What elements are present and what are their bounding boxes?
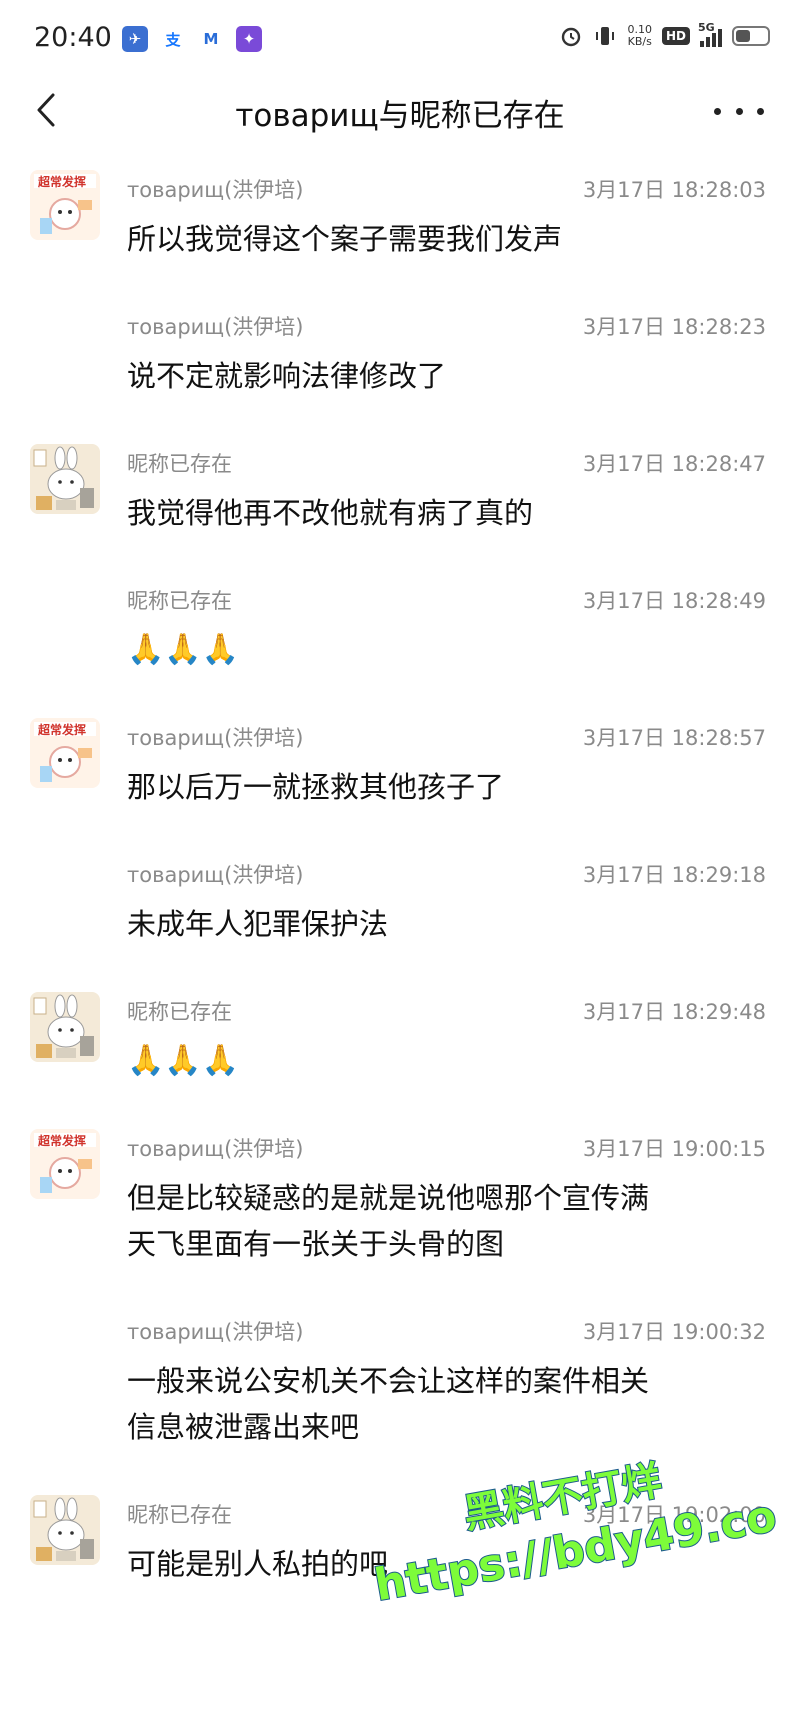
page-title: товарищ与昵称已存在 bbox=[235, 98, 565, 134]
avatar[interactable] bbox=[30, 1495, 100, 1565]
message-item[interactable]: 超常发挥 товарищ(洪伊培) 3月17日 19:00:15 但是比较疑惑的… bbox=[0, 1109, 800, 1292]
purple-app-icon: ✦ bbox=[236, 26, 262, 52]
network-speed-unit: KB/s bbox=[627, 35, 652, 48]
more-dot-icon bbox=[757, 107, 764, 115]
avatar[interactable]: 超常发挥 bbox=[30, 718, 100, 788]
message-item[interactable]: 昵称已存在 3月17日 18:29:48 🙏🙏🙏 bbox=[0, 972, 800, 1109]
m-app-icon: M bbox=[198, 26, 224, 52]
message-timestamp: 3月17日 18:28:47 bbox=[582, 452, 766, 476]
message-emoji: 🙏🙏🙏 bbox=[127, 632, 240, 667]
message-item[interactable]: товарищ(洪伊培) 3月17日 18:28:23 说不定就影响法律修改了 bbox=[0, 287, 800, 424]
battery-icon bbox=[732, 26, 770, 46]
svg-text:超常发挥: 超常发挥 bbox=[37, 174, 86, 189]
message-item[interactable]: товарищ(洪伊培) 3月17日 19:00:32 一般来说公安机关不会让这… bbox=[0, 1292, 800, 1475]
more-dot-icon bbox=[714, 107, 721, 115]
network-speed: 0.10 KB/s bbox=[627, 24, 652, 48]
avatar[interactable]: 超常发挥 bbox=[30, 1129, 100, 1199]
status-indicators: 0.10 KB/s HD 5G bbox=[559, 21, 770, 48]
sender-name: товарищ(洪伊培) bbox=[127, 1320, 304, 1344]
message-item[interactable]: 超常发挥 товарищ(洪伊培) 3月17日 18:28:57 那以后万一就拯… bbox=[0, 698, 800, 835]
cartoon-avatar-icon: 超常发挥 bbox=[30, 170, 100, 240]
message-text-line: 天飞里面有一张关于头骨的图 bbox=[127, 1227, 505, 1261]
message-text: 那以后万一就拯救其他孩子了 bbox=[127, 770, 505, 804]
title-bar: товарищ与昵称已存在 bbox=[0, 80, 800, 140]
avatar[interactable] bbox=[30, 992, 100, 1062]
signal-label: 5G bbox=[698, 21, 715, 34]
message-timestamp: 3月17日 19:00:32 bbox=[582, 1320, 766, 1344]
status-bar: 20:40 ✈ 支 M ✦ 0.10 KB/s HD 5G bbox=[0, 0, 800, 80]
sender-name: 昵称已存在 bbox=[127, 1503, 232, 1527]
cartoon-avatar-icon: 超常发挥 bbox=[30, 718, 100, 788]
sender-name: товарищ(洪伊培) bbox=[127, 863, 304, 887]
rabbit-avatar-icon bbox=[30, 444, 100, 514]
sender-name: 昵称已存在 bbox=[127, 589, 232, 613]
message-timestamp: 3月17日 19:00:15 bbox=[582, 1137, 766, 1161]
sender-name: товарищ(洪伊培) bbox=[127, 1137, 304, 1161]
message-timestamp: 3月17日 18:28:57 bbox=[582, 726, 766, 750]
cartoon-avatar-icon: 超常发挥 bbox=[30, 1129, 100, 1199]
avatar[interactable] bbox=[30, 444, 100, 514]
svg-text:超常发挥: 超常发挥 bbox=[37, 1133, 86, 1148]
message-timestamp: 3月17日 18:29:48 bbox=[582, 1000, 766, 1024]
message-item[interactable]: товарищ(洪伊培) 3月17日 18:29:18 未成年人犯罪保护法 bbox=[0, 835, 800, 972]
message-item[interactable]: 超常发挥 товарищ(洪伊培) 3月17日 18:28:03 所以我觉得这个… bbox=[0, 150, 800, 287]
message-timestamp: 3月17日 18:29:18 bbox=[582, 863, 766, 887]
avatar[interactable]: 超常发挥 bbox=[30, 170, 100, 240]
message-text: 未成年人犯罪保护法 bbox=[127, 907, 389, 941]
status-app-icons: ✈ 支 M ✦ bbox=[122, 26, 262, 52]
message-item[interactable]: 昵称已存在 3月17日 19:02:00 可能是别人私拍的吧 bbox=[0, 1475, 800, 1612]
hd-badge: HD bbox=[661, 27, 690, 45]
message-text: 所以我觉得这个案子需要我们发声 bbox=[127, 222, 563, 256]
app-notification-icon: ✈ bbox=[122, 26, 148, 52]
message-text-line: 信息被泄露出来吧 bbox=[127, 1410, 360, 1444]
message-timestamp: 3月17日 18:28:03 bbox=[582, 178, 766, 202]
sender-name: 昵称已存在 bbox=[127, 1000, 232, 1024]
alarm-icon bbox=[562, 27, 581, 47]
signal-icon: 5G bbox=[698, 21, 722, 47]
message-text: 我觉得他再不改他就有病了真的 bbox=[127, 496, 534, 530]
alipay-icon: 支 bbox=[160, 26, 186, 52]
message-text: 可能是别人私拍的吧 bbox=[127, 1547, 389, 1581]
rabbit-avatar-icon bbox=[30, 992, 100, 1062]
message-text-line: 一般来说公安机关不会让这样的案件相关 bbox=[127, 1364, 650, 1398]
message-emoji: 🙏🙏🙏 bbox=[127, 1043, 240, 1078]
more-options-button[interactable] bbox=[714, 94, 764, 128]
message-timestamp: 3月17日 18:28:23 bbox=[582, 315, 766, 339]
message-item[interactable]: 昵称已存在 3月17日 18:28:47 我觉得他再不改他就有病了真的 bbox=[0, 424, 800, 561]
message-timestamp: 3月17日 18:28:49 bbox=[582, 589, 766, 613]
message-text: 一般来说公安机关不会让这样的案件相关 信息被泄露出来吧 bbox=[127, 1358, 767, 1450]
message-text: 但是比较疑惑的是就是说他嗯那个宣传满 天飞里面有一张关于头骨的图 bbox=[127, 1175, 767, 1267]
message-text-line: 但是比较疑惑的是就是说他嗯那个宣传满 bbox=[127, 1181, 650, 1215]
sender-name: товарищ(洪伊培) bbox=[127, 726, 304, 750]
sender-name: 昵称已存在 bbox=[127, 452, 232, 476]
rabbit-avatar-icon bbox=[30, 1495, 100, 1565]
sender-name: товарищ(洪伊培) bbox=[127, 315, 304, 339]
more-dot-icon bbox=[735, 107, 743, 115]
message-text: 说不定就影响法律修改了 bbox=[127, 359, 447, 393]
sender-name: товарищ(洪伊培) bbox=[127, 178, 304, 202]
status-time: 20:40 bbox=[34, 22, 112, 53]
svg-text:超常发挥: 超常发挥 bbox=[37, 722, 86, 737]
vibrate-icon bbox=[596, 27, 615, 45]
message-item[interactable]: 昵称已存在 3月17日 18:28:49 🙏🙏🙏 bbox=[0, 561, 800, 698]
message-timestamp: 3月17日 19:02:00 bbox=[582, 1503, 766, 1527]
